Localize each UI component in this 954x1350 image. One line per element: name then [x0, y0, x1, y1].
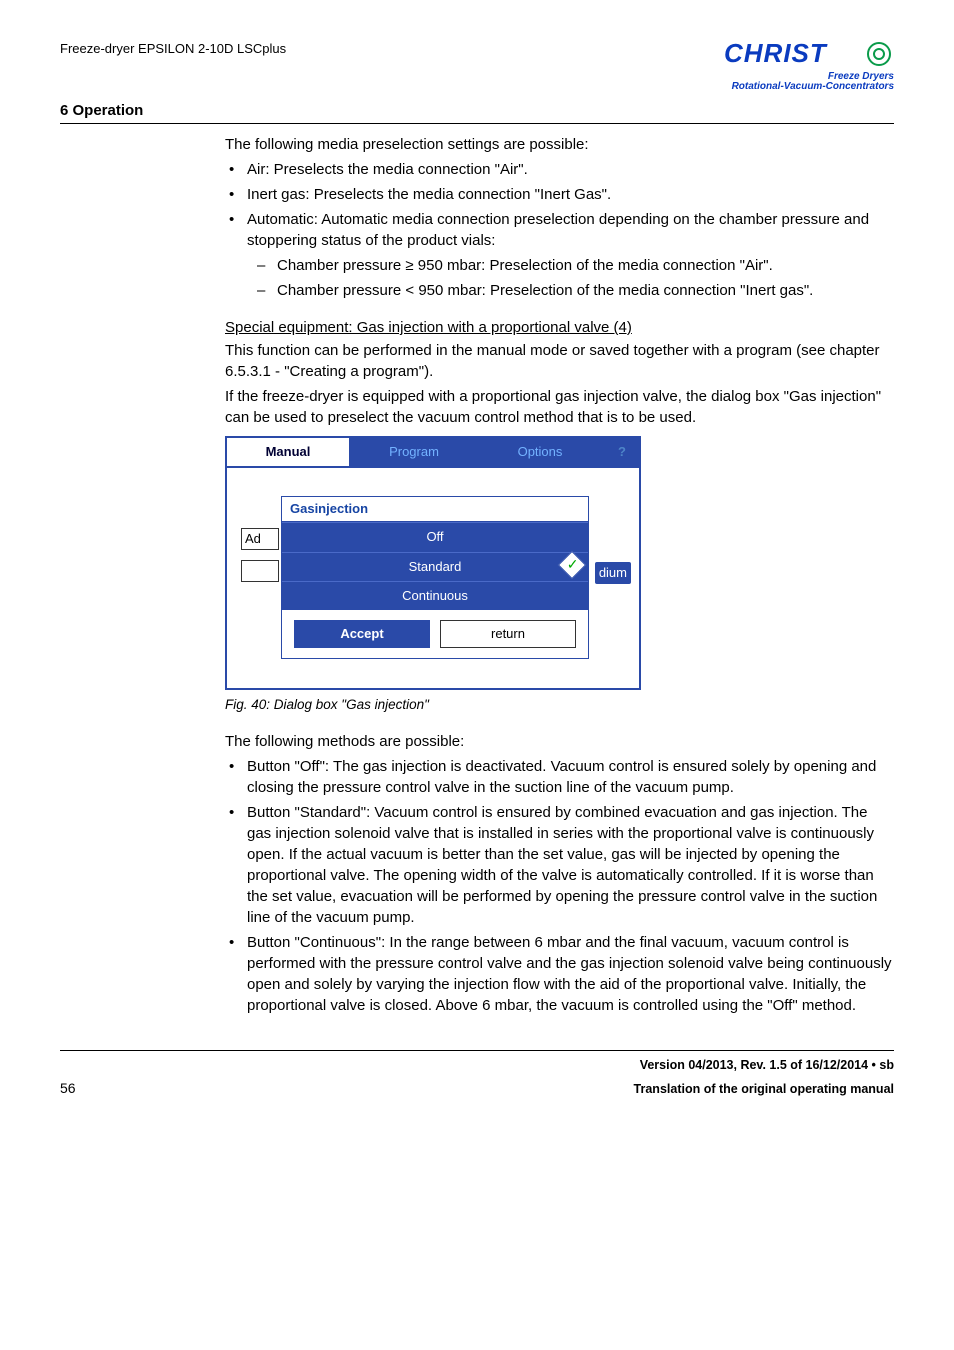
- media-item-auto-lead: Automatic: Automatic media connection pr…: [247, 211, 869, 249]
- footer-version: Version 04/2013, Rev. 1.5 of 16/12/2014 …: [640, 1058, 894, 1072]
- special-p2: If the freeze-dryer is equipped with a p…: [225, 386, 894, 428]
- footer-translation: Translation of the original operating ma…: [634, 1081, 894, 1099]
- tab-help[interactable]: ?: [605, 438, 639, 466]
- section-title: 6 Operation: [60, 100, 894, 121]
- doc-label: Freeze-dryer EPSILON 2-10D LSCplus: [60, 40, 286, 58]
- media-intro: The following media preselection setting…: [225, 134, 894, 155]
- dialog-tabs: Manual Program Options ?: [227, 438, 639, 468]
- page-number: 56: [60, 1079, 76, 1099]
- svg-text:CHRIST: CHRIST: [724, 40, 828, 68]
- method-standard: Button "Standard": Vacuum control is ens…: [225, 802, 894, 928]
- tab-options[interactable]: Options: [479, 438, 605, 466]
- media-auto-sub-b: Chamber pressure < 950 mbar: Preselectio…: [247, 280, 894, 301]
- media-auto-sub-a: Chamber pressure ≥ 950 mbar: Preselectio…: [247, 255, 894, 276]
- return-button[interactable]: return: [440, 620, 576, 648]
- special-equipment-heading: Special equipment: Gas injection with a …: [225, 317, 894, 338]
- brand-logo: CHRIST Freeze Dryers Rotational-Vacuum-C…: [724, 40, 894, 92]
- dialog-figure: Manual Program Options ? Ad dium Gasinje…: [225, 436, 641, 690]
- option-standard-label: Standard: [409, 559, 462, 574]
- option-off[interactable]: Off: [282, 522, 588, 551]
- option-continuous[interactable]: Continuous: [282, 581, 588, 610]
- gasinjection-panel: Gasinjection Off Standard ✓ Continuous A…: [281, 496, 589, 659]
- dialog-side-box: [241, 560, 279, 582]
- tab-manual[interactable]: Manual: [227, 438, 353, 466]
- figure-caption: Fig. 40: Dialog box "Gas injection": [225, 696, 894, 715]
- header-rule: [60, 123, 894, 124]
- gasinjection-title: Gasinjection: [282, 497, 588, 522]
- method-off: Button "Off": The gas injection is deact…: [225, 756, 894, 798]
- media-item-auto: Automatic: Automatic media connection pr…: [225, 209, 894, 301]
- dialog-right-label: dium: [595, 562, 631, 584]
- special-p1: This function can be performed in the ma…: [225, 340, 894, 382]
- method-continuous: Button "Continuous": In the range betwee…: [225, 932, 894, 1016]
- methods-intro: The following methods are possible:: [225, 731, 894, 752]
- option-standard[interactable]: Standard ✓: [282, 552, 588, 581]
- check-icon: ✓: [558, 550, 586, 578]
- logo-subtitle-2: Rotational-Vacuum-Concentrators: [724, 82, 894, 92]
- media-item-inert: Inert gas: Preselects the media connecti…: [225, 184, 894, 205]
- media-item-air: Air: Preselects the media connection "Ai…: [225, 159, 894, 180]
- dialog-side-label: Ad: [241, 528, 279, 550]
- accept-button[interactable]: Accept: [294, 620, 430, 648]
- tab-program[interactable]: Program: [353, 438, 479, 466]
